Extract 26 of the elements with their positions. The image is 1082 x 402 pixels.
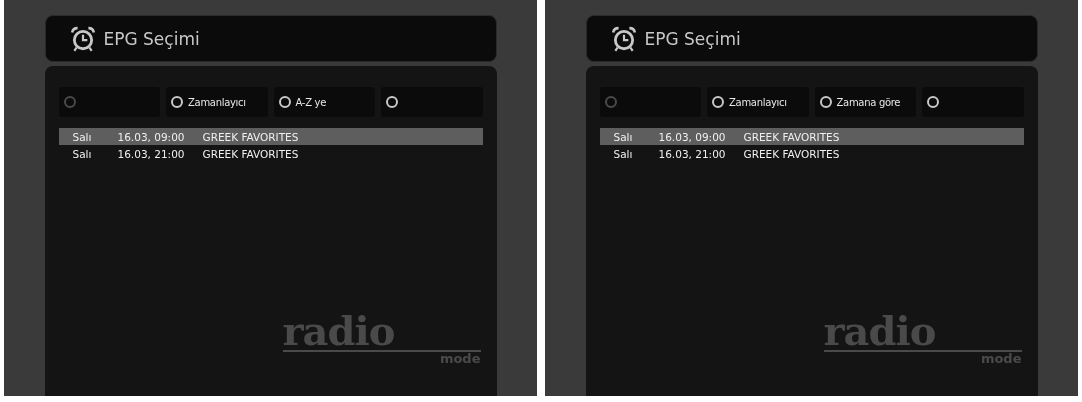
channel-text: GREEK FAVORITES: [743, 147, 840, 160]
option-button[interactable]: Zamana göre: [814, 87, 916, 117]
day-text: Salı: [71, 130, 93, 143]
day-text: Salı: [71, 147, 93, 160]
date-time-text: 16.03, 21:00: [658, 147, 727, 160]
day-text: Salı: [612, 130, 634, 143]
alarm-clock-icon: [610, 25, 637, 52]
screen-title: EPG Seçimi: [644, 28, 741, 49]
option-button[interactable]: Zamanlayıcı: [707, 87, 809, 117]
channel-text: GREEK FAVORITES: [743, 130, 840, 143]
date-time-text: 16.03, 09:00: [658, 130, 727, 143]
epg-row[interactable]: Salı 16.03, 21:00 GREEK FAVORITES: [599, 145, 1024, 162]
option-button[interactable]: A-Z ye: [273, 87, 375, 117]
channel-text: GREEK FAVORITES: [202, 130, 299, 143]
epg-row[interactable]: Salı 16.03, 09:00 GREEK FAVORITES: [58, 128, 483, 145]
option-button[interactable]: [381, 87, 483, 117]
epg-row[interactable]: Salı 16.03, 21:00 GREEK FAVORITES: [58, 145, 483, 162]
screen-title: EPG Seçimi: [103, 28, 200, 49]
channel-text: GREEK FAVORITES: [202, 147, 299, 160]
epg-row[interactable]: Salı 16.03, 09:00 GREEK FAVORITES: [599, 128, 1024, 145]
date-time-text: 16.03, 09:00: [117, 130, 186, 143]
day-text: Salı: [612, 147, 634, 160]
alarm-clock-icon: [69, 25, 96, 52]
option-button[interactable]: Zamanlayıcı: [166, 87, 268, 117]
option-button[interactable]: [922, 87, 1024, 117]
date-time-text: 16.03, 21:00: [117, 147, 186, 160]
